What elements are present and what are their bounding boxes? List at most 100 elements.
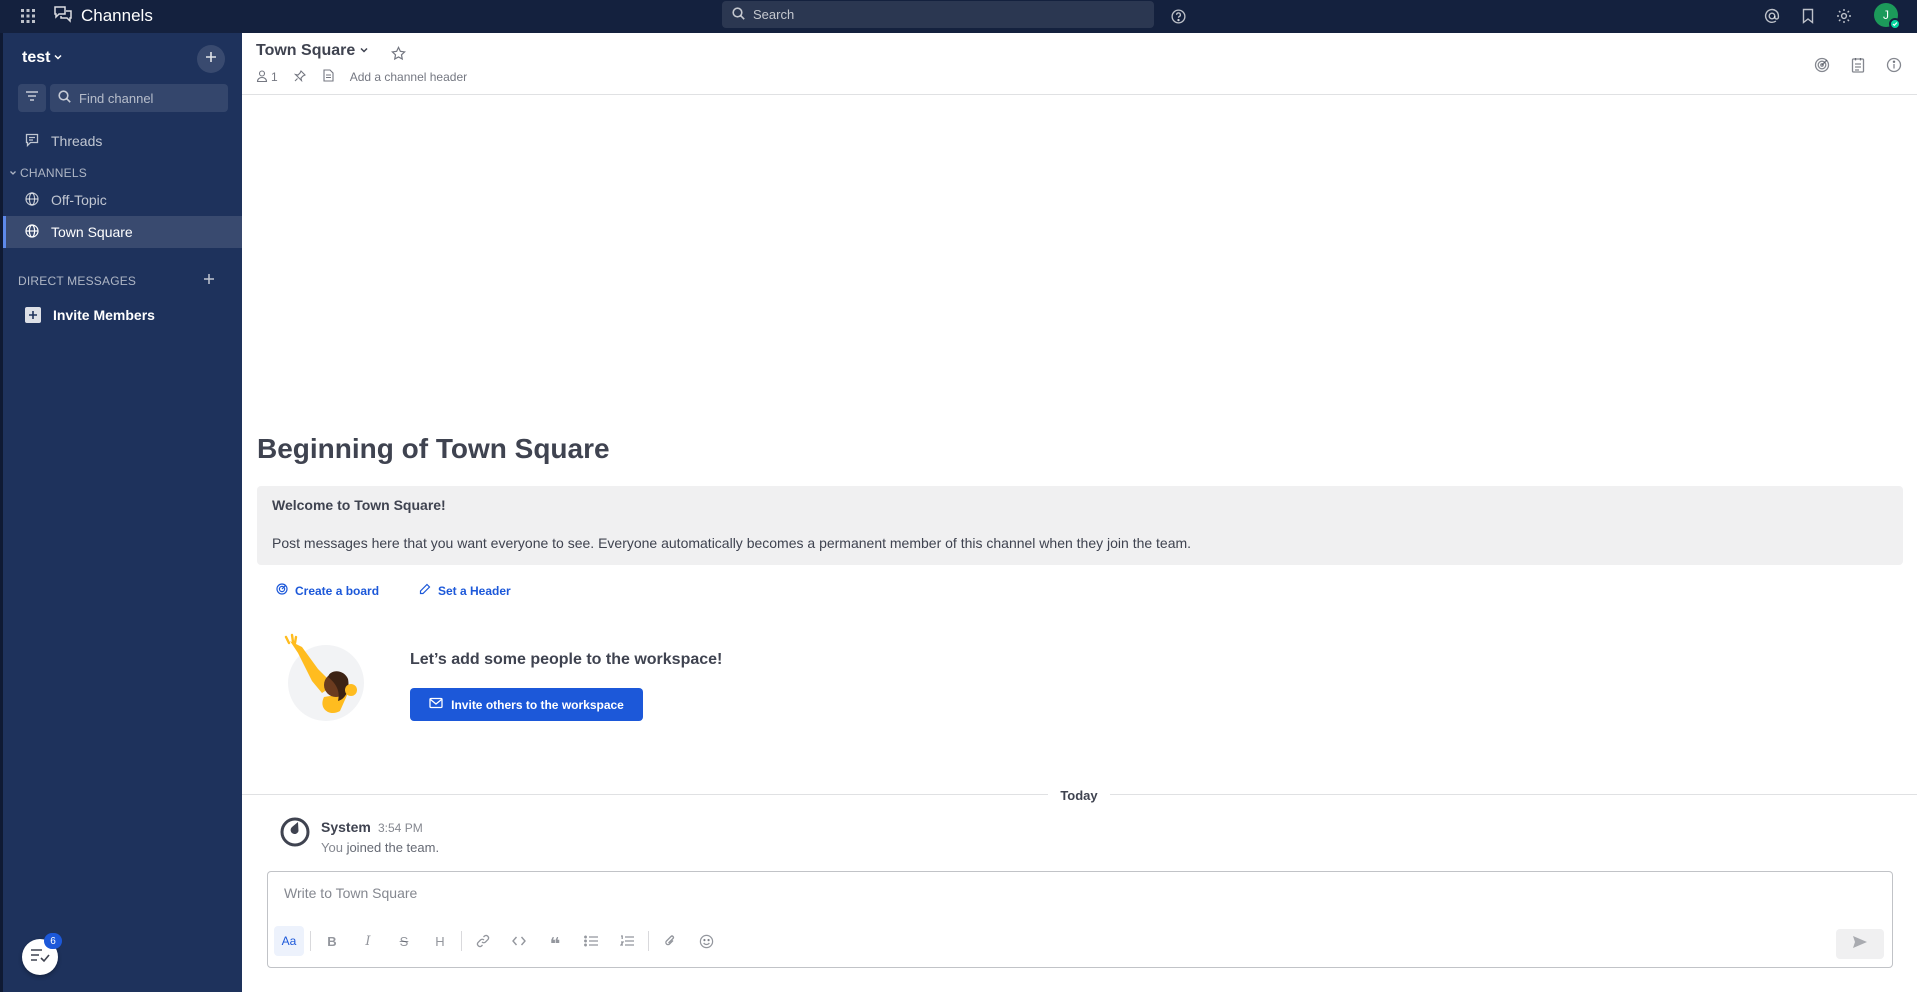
code-icon[interactable] xyxy=(504,926,534,956)
quote-icon[interactable]: ❝ xyxy=(540,926,570,956)
post-message-text: joined the team. xyxy=(346,840,440,855)
channel-sidebar: test Find channel Threads CHANNELS Off-T… xyxy=(3,33,242,992)
toolbar-divider xyxy=(648,931,649,951)
product-name: Channels xyxy=(81,6,153,25)
heading-icon[interactable]: H xyxy=(425,926,455,956)
help-icon[interactable] xyxy=(1166,4,1190,28)
task-count-badge: 6 xyxy=(44,933,62,949)
strikethrough-icon[interactable]: S xyxy=(389,926,419,956)
post-username[interactable]: System xyxy=(321,819,371,835)
channel-intro-box: Welcome to Town Square! Post messages he… xyxy=(257,486,1903,565)
channels-section-header[interactable]: CHANNELS xyxy=(3,163,242,183)
sidebar-item-label: Threads xyxy=(51,133,103,149)
section-label: CHANNELS xyxy=(20,166,87,180)
toolbar-divider xyxy=(461,931,462,951)
saved-messages-icon[interactable] xyxy=(1796,4,1820,28)
heading-glyph: H xyxy=(435,933,445,949)
product-branding[interactable]: Channels xyxy=(53,3,153,29)
settings-gear-icon[interactable] xyxy=(1832,4,1856,28)
chevron-down-icon xyxy=(359,42,369,60)
channel-title: Town Square xyxy=(256,42,356,59)
section-label: DIRECT MESSAGES xyxy=(18,274,137,288)
pinned-messages-button[interactable] xyxy=(293,69,306,85)
channel-filter-button[interactable] xyxy=(18,84,46,112)
post-message-prefix: You xyxy=(321,840,343,855)
post-message: You joined the team. xyxy=(321,840,439,855)
link-icon[interactable] xyxy=(468,926,498,956)
quote-glyph: ❝ xyxy=(549,934,561,954)
bold-icon[interactable]: B xyxy=(317,926,347,956)
bold-glyph: B xyxy=(327,933,337,949)
add-direct-message-button[interactable] xyxy=(201,273,217,289)
set-header-label: Set a Header xyxy=(438,583,511,598)
favorite-star-icon[interactable] xyxy=(388,43,408,63)
post-timestamp[interactable]: 3:54 PM xyxy=(378,821,423,835)
task-list-button[interactable]: 6 xyxy=(22,933,62,975)
email-icon xyxy=(429,697,443,712)
sidebar-item-invite-members[interactable]: Invite Members xyxy=(3,299,242,331)
send-button[interactable] xyxy=(1836,929,1884,959)
search-icon xyxy=(58,90,71,106)
search-icon xyxy=(732,6,745,23)
waving-person-illustration xyxy=(278,633,368,723)
add-people-heading: Let’s add some people to the workspace! xyxy=(410,651,723,668)
team-name: test xyxy=(22,49,51,66)
add-channel-header-link[interactable]: Add a channel header xyxy=(350,70,467,84)
boards-icon[interactable] xyxy=(1810,53,1834,77)
global-search-input[interactable]: Search xyxy=(722,1,1154,28)
avatar-initial: J xyxy=(1883,8,1889,22)
attachment-icon[interactable] xyxy=(655,926,685,956)
pencil-icon xyxy=(419,583,431,598)
strike-glyph: S xyxy=(399,933,409,949)
board-icon xyxy=(276,583,288,598)
message-composer: Write to Town Square Aa B I S H ❝ xyxy=(267,871,1893,968)
member-count-button[interactable]: 1 xyxy=(256,69,278,85)
channel-files-button[interactable] xyxy=(323,69,334,85)
sidebar-item-threads[interactable]: Threads xyxy=(3,125,242,157)
italic-icon[interactable]: I xyxy=(353,926,383,956)
channels-product-icon xyxy=(53,5,73,28)
globe-icon xyxy=(25,223,39,241)
find-channel-input[interactable]: Find channel xyxy=(50,84,228,112)
add-channel-button[interactable] xyxy=(197,45,225,73)
set-header-link[interactable]: Set a Header xyxy=(419,583,511,598)
formatting-toggle-icon[interactable]: Aa xyxy=(274,926,304,956)
message-input[interactable]: Write to Town Square xyxy=(284,885,1864,901)
sidebar-item-town-square[interactable]: Town Square xyxy=(3,216,242,248)
globe-icon xyxy=(25,191,39,209)
send-icon xyxy=(1852,935,1868,954)
channel-name-menu[interactable]: Town Square xyxy=(256,42,369,60)
online-status-icon xyxy=(1889,18,1901,30)
search-placeholder: Search xyxy=(753,7,795,22)
plus-box-icon xyxy=(25,307,41,323)
invite-others-button[interactable]: Invite others to the workspace xyxy=(410,688,643,721)
date-separator: Today xyxy=(1048,785,1110,805)
aa-glyph: Aa xyxy=(281,934,297,948)
global-header: Channels Search J xyxy=(0,0,1917,33)
team-menu-button[interactable]: test xyxy=(22,49,63,67)
user-avatar[interactable]: J xyxy=(1874,3,1901,30)
bulleted-list-icon[interactable] xyxy=(576,926,606,956)
channel-info-icon[interactable] xyxy=(1882,53,1906,77)
system-avatar-icon[interactable] xyxy=(279,816,311,848)
plus-icon xyxy=(205,50,217,68)
pin-icon xyxy=(293,69,306,85)
sidebar-item-label: Town Square xyxy=(51,224,133,240)
mentions-icon[interactable] xyxy=(1760,4,1784,28)
find-channel-placeholder: Find channel xyxy=(79,90,154,106)
sidebar-item-off-topic[interactable]: Off-Topic xyxy=(3,184,242,216)
file-icon xyxy=(323,69,334,85)
create-board-link[interactable]: Create a board xyxy=(276,583,379,598)
member-count: 1 xyxy=(271,70,278,84)
channel-description: Post messages here that you want everyon… xyxy=(272,535,1192,551)
playbooks-icon[interactable] xyxy=(1846,53,1870,77)
numbered-list-icon[interactable] xyxy=(612,926,642,956)
invite-others-label: Invite others to the workspace xyxy=(451,697,624,712)
product-switcher-icon[interactable] xyxy=(17,5,39,27)
italic-glyph: I xyxy=(365,933,371,949)
emoji-icon[interactable] xyxy=(691,926,721,956)
chevron-down-icon xyxy=(53,49,63,67)
filter-icon xyxy=(25,89,39,107)
plus-icon xyxy=(203,272,215,290)
welcome-heading: Welcome to Town Square! xyxy=(272,497,446,513)
